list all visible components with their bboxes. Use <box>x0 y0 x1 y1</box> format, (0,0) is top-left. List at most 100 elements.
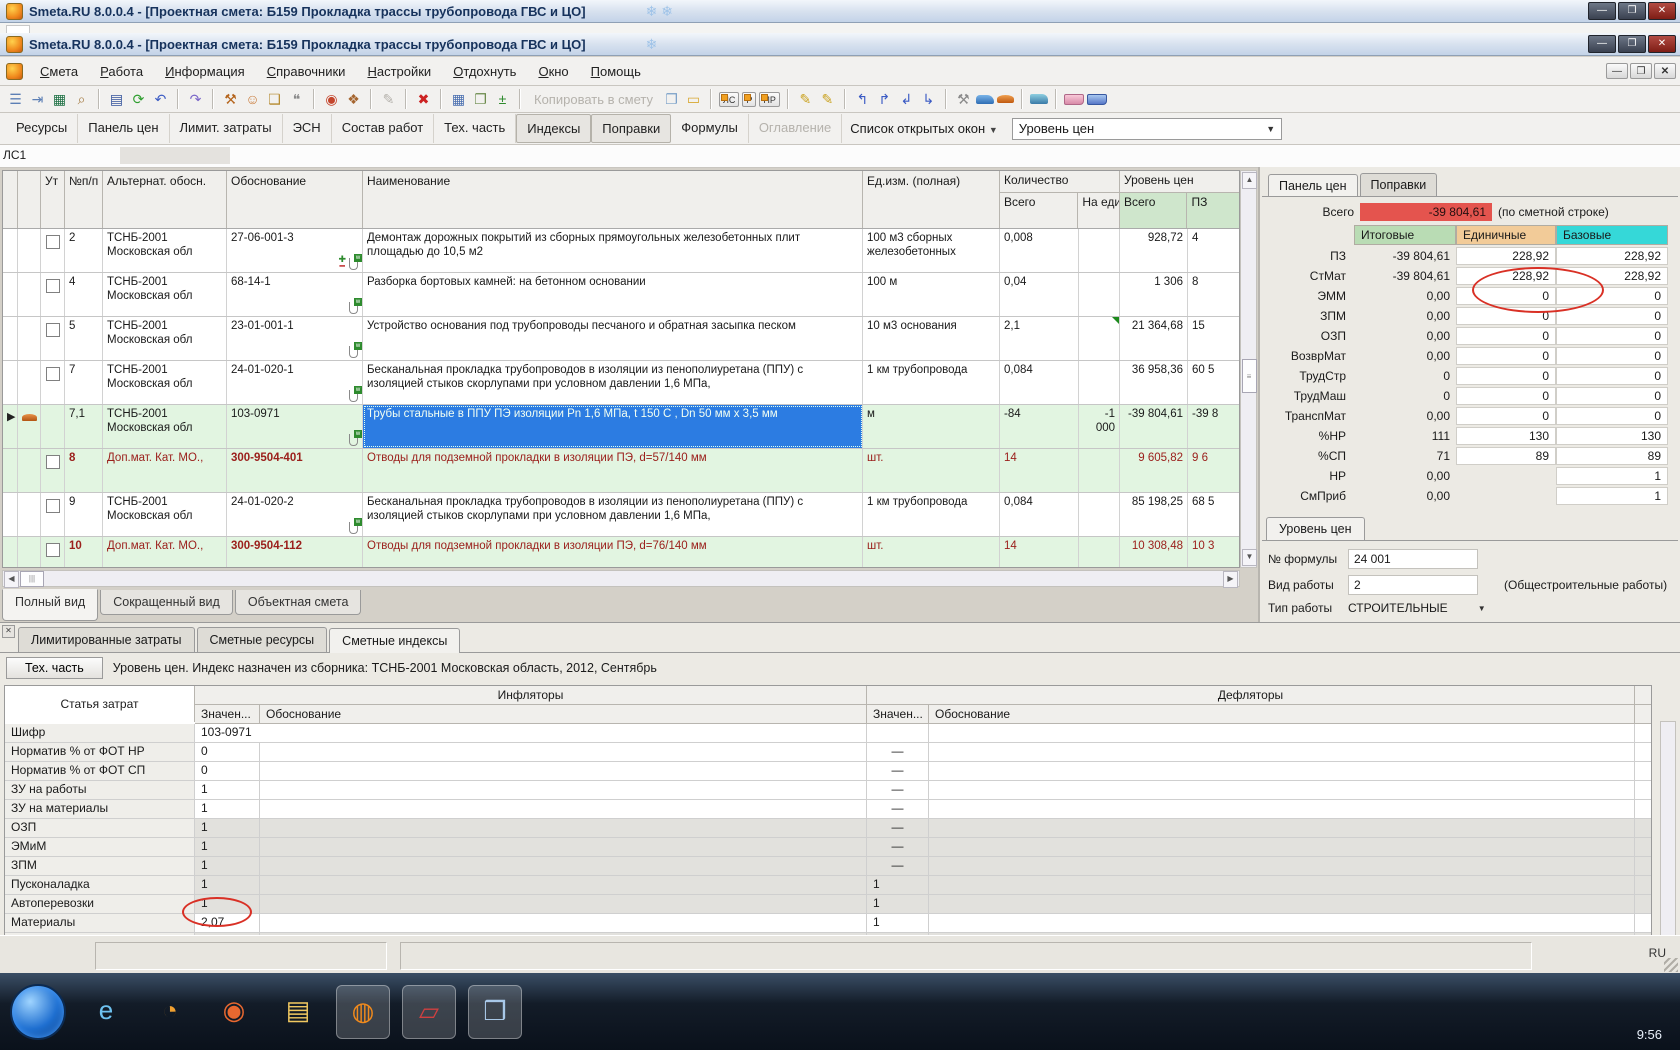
resources-icon[interactable]: ❖ <box>344 90 363 109</box>
index-row[interactable]: Материалы2,071 <box>5 914 1651 933</box>
index-row[interactable]: ЗПМ1— <box>5 857 1651 876</box>
document-menu-icon[interactable] <box>6 63 23 80</box>
index-row[interactable]: ЗУ на материалы1— <box>5 800 1651 819</box>
resize-grip[interactable] <box>1664 958 1678 972</box>
indent4-icon[interactable]: ↳ <box>919 90 938 109</box>
row-checkbox[interactable] <box>46 367 60 381</box>
table-row[interactable]: 9ТСНБ-2001 Московская обл24-01-020-2Беск… <box>3 493 1239 537</box>
hammer2-icon[interactable]: ⚒ <box>954 90 973 109</box>
close-button[interactable]: ✕ <box>1648 2 1676 20</box>
level-tab[interactable]: Уровень цен <box>1266 517 1365 540</box>
index-row[interactable]: ЗУ на работы1— <box>5 781 1651 800</box>
copy-doc-icon[interactable]: ❐ <box>662 90 681 109</box>
bottom-tab-Лимитированные затраты[interactable]: Лимитированные затраты <box>18 627 195 652</box>
table-row[interactable]: 7ТСНБ-2001 Московская обл24-01-020-1Беск… <box>3 361 1239 405</box>
bottom-tab-Сметные ресурсы[interactable]: Сметные ресурсы <box>197 627 328 652</box>
strip-tab-Лимит. затраты[interactable]: Лимит. затраты <box>170 114 283 143</box>
mini-button-ПР[interactable]: ПР <box>759 92 779 107</box>
scroll-down-icon[interactable]: ▼ <box>1242 549 1257 566</box>
index-row[interactable]: ЭМиМ1— <box>5 838 1651 857</box>
menu-Отдохнуть[interactable]: Отдохнуть <box>442 60 527 83</box>
table-row[interactable]: 8Доп.мат. Кат. МО.,300-9504-401Отводы дл… <box>3 449 1239 493</box>
strip-tab-Формулы[interactable]: Формулы <box>671 114 749 143</box>
browser-icon[interactable]: ◔ <box>144 985 196 1037</box>
refresh-icon[interactable]: ⟳ <box>129 90 148 109</box>
plus-minus-icon[interactable]: ± <box>493 90 512 109</box>
mini-button-Р[interactable]: Р <box>742 92 756 107</box>
table-row[interactable]: 5ТСНБ-2001 Московская обл23-01-001-1Устр… <box>3 317 1239 361</box>
row-checkbox[interactable] <box>46 499 60 513</box>
comment-icon[interactable]: ❝ <box>287 90 306 109</box>
revert-icon[interactable]: ↷ <box>186 90 205 109</box>
estimate-vscrollbar[interactable]: ▲ ≡ ▼ <box>1240 170 1257 568</box>
start-button[interactable] <box>10 984 66 1040</box>
folder-icon[interactable]: ▭ <box>684 90 703 109</box>
vscroll-thumb[interactable]: ≡ <box>1242 359 1257 393</box>
insert-row-icon[interactable]: ⇥ <box>28 90 47 109</box>
doc-close-button[interactable]: ✕ <box>1654 63 1676 79</box>
index-row[interactable]: Норматив % от ФОТ НР0— <box>5 743 1651 762</box>
row-checkbox[interactable] <box>46 279 60 293</box>
report-icon[interactable]: ▦ <box>449 90 468 109</box>
strip-tab-Ресурсы[interactable]: Ресурсы <box>6 114 78 143</box>
bottom-tab-Сметные индексы[interactable]: Сметные индексы <box>329 628 460 653</box>
smeta-app-icon[interactable]: ◍ <box>336 985 390 1039</box>
open-windows-button[interactable]: Список открытых окон ▼ <box>842 115 1005 142</box>
scroll-right-icon[interactable]: ▶ <box>1223 571 1238 588</box>
worker-icon[interactable]: ☺ <box>243 90 262 109</box>
menu-Настройки[interactable]: Настройки <box>356 60 442 83</box>
strip-tab-Панель цен[interactable]: Панель цен <box>78 114 169 143</box>
doc-minimize-button[interactable]: — <box>1606 63 1628 79</box>
attachment-icon[interactable] <box>349 258 358 270</box>
undo-icon[interactable]: ↶ <box>151 90 170 109</box>
outline-tree-icon[interactable]: ☰ <box>6 90 25 109</box>
table-edit2-icon[interactable]: ✎ <box>818 90 837 109</box>
car-icon[interactable] <box>976 95 994 104</box>
book-blue-icon[interactable] <box>1087 94 1107 105</box>
doc-restore-button[interactable]: ❐ <box>1630 63 1652 79</box>
copy-add-icon[interactable]: ❐ <box>471 90 490 109</box>
strip-tab-Состав работ[interactable]: Состав работ <box>332 114 434 143</box>
table-row[interactable]: 10Доп.мат. Кат. МО.,300-9504-112Отводы д… <box>3 537 1239 568</box>
estimate-hscrollbar[interactable]: ◀ ||| ▶ <box>2 570 1240 587</box>
hammer-icon[interactable]: ⚒ <box>221 90 240 109</box>
price-panel-tab-Поправки[interactable]: Поправки <box>1360 173 1438 196</box>
attachment-icon[interactable] <box>349 346 358 358</box>
restore-button-inner[interactable]: ❐ <box>1618 35 1646 53</box>
table-edit-icon[interactable]: ✎ <box>796 90 815 109</box>
strip-tab-Тех. часть[interactable]: Тех. часть <box>434 114 516 143</box>
window-icon[interactable]: ❒ <box>468 985 522 1039</box>
indent1-icon[interactable]: ↰ <box>853 90 872 109</box>
index-row[interactable]: ОЗП1— <box>5 819 1651 838</box>
mini-button-ЛС[interactable]: ЛС <box>719 92 739 107</box>
formula-input[interactable]: 24 001 <box>1348 549 1478 569</box>
minimize-button-inner[interactable]: — <box>1588 35 1616 53</box>
strip-tab-ЭСН[interactable]: ЭСН <box>283 114 332 143</box>
table-row[interactable]: 4ТСНБ-2001 Московская обл68-14-1Разборка… <box>3 273 1239 317</box>
view-tab-Полный вид[interactable]: Полный вид <box>2 589 98 621</box>
menu-Справочники[interactable]: Справочники <box>256 60 357 83</box>
menu-Смета[interactable]: Смета <box>29 60 89 83</box>
scroll-left-icon[interactable]: ◀ <box>4 571 19 588</box>
strip-tab-Индексы[interactable]: Индексы <box>516 114 591 143</box>
index-row[interactable]: Пусконаладка11 <box>5 876 1651 895</box>
table-row[interactable]: 2ТСНБ-2001 Московская обл27-06-001-3✚━Де… <box>3 229 1239 273</box>
tech-part-button[interactable]: Тех. часть <box>6 657 103 679</box>
row-checkbox[interactable] <box>46 455 60 469</box>
strip-tab-Поправки[interactable]: Поправки <box>591 114 671 143</box>
index-row[interactable]: Автоперевозки11 <box>5 895 1651 914</box>
attachment-icon[interactable] <box>349 390 358 402</box>
work-kind-combobox[interactable]: СТРОИТЕЛЬНЫЕ ▼ <box>1348 601 1486 615</box>
chevron-down-icon[interactable]: ▼ <box>1263 120 1279 138</box>
excel-export-icon[interactable]: ▦ <box>50 90 69 109</box>
row-checkbox[interactable] <box>46 543 60 557</box>
price-panel-tab-Панель цен[interactable]: Панель цен <box>1268 174 1358 197</box>
index-row[interactable]: Шифр103-0971 <box>5 724 1651 743</box>
delete-icon[interactable]: ✖ <box>414 90 433 109</box>
restore-button[interactable]: ❐ <box>1618 2 1646 20</box>
panel-close-icon[interactable]: ✕ <box>2 625 15 638</box>
indent2-icon[interactable]: ↱ <box>875 90 894 109</box>
attachment-icon[interactable] <box>349 302 358 314</box>
work-type-input[interactable]: 2 <box>1348 575 1478 595</box>
row-checkbox[interactable] <box>46 235 60 249</box>
